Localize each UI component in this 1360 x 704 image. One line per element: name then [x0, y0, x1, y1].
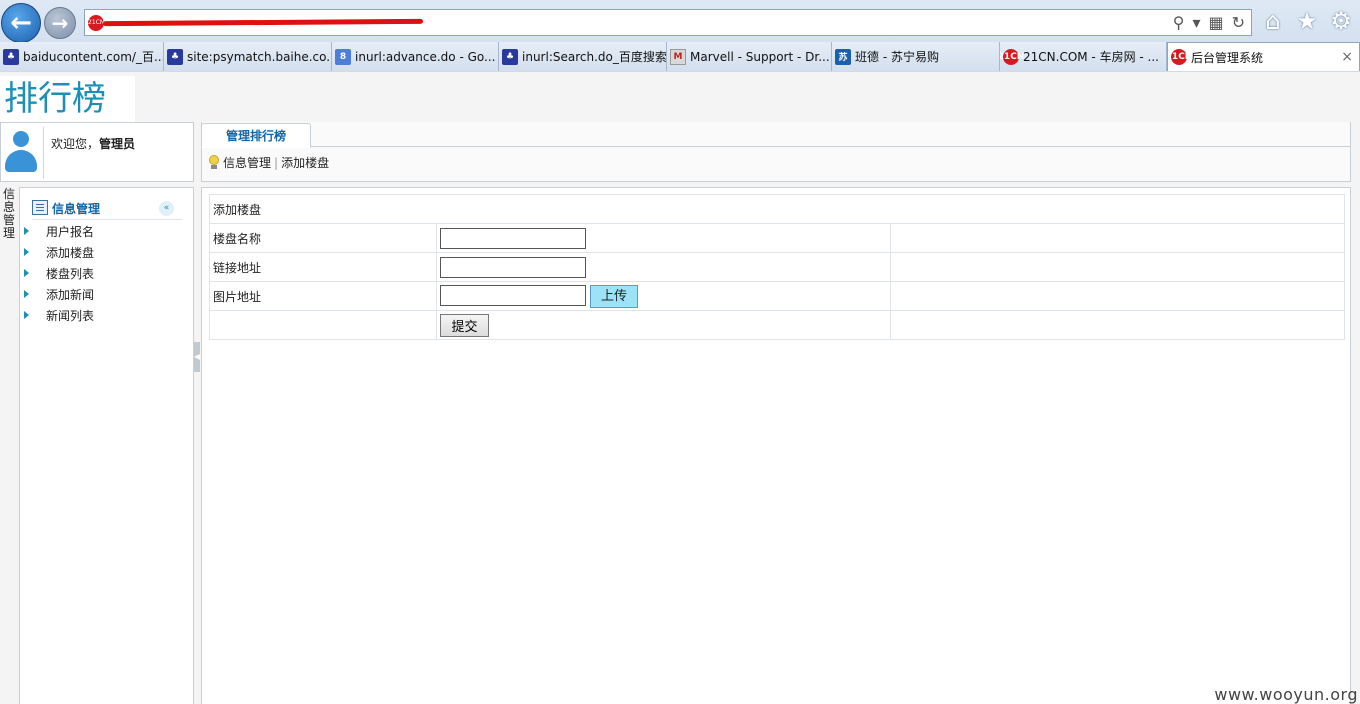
triangle-right-icon [24, 311, 29, 319]
username: 管理员 [99, 137, 136, 151]
lightbulb-icon [209, 154, 219, 171]
sidebar-item-label: 用户报名 [46, 224, 95, 239]
site-favicon-icon: 21CN [88, 15, 104, 31]
refresh-icon[interactable]: ↻ [1232, 13, 1245, 32]
sidebar: 信息管理 « 用户报名添加楼盘楼盘列表添加新闻新闻列表 [19, 187, 194, 704]
favorites-star-icon[interactable]: ★ [1294, 8, 1320, 34]
browser-tab[interactable]: 21CN 后台管理系统 × [1167, 42, 1360, 71]
21cn-icon: 21CN [1168, 49, 1192, 65]
compat-view-icon[interactable]: ▦ [1208, 13, 1223, 32]
submit-button[interactable]: 提交 [440, 313, 489, 337]
field-label: 楼盘名称 [209, 223, 437, 253]
sidebar-item[interactable]: 用户报名 [24, 221, 94, 241]
browser-tab-label: site:psymatch.baihe.co... [187, 49, 332, 64]
triangle-right-icon [24, 227, 29, 235]
dropdown-chevron-icon[interactable]: ▾ [1192, 13, 1200, 32]
paw-icon: ♣ [502, 48, 518, 65]
form-row-image: 图片地址 上传 [209, 281, 1345, 311]
collapse-up-icon[interactable]: « [159, 201, 174, 216]
sidebar-splitter-handle[interactable]: ◀ [194, 342, 200, 372]
google-icon: 8 [335, 48, 351, 65]
breadcrumb-item[interactable]: 信息管理 [223, 154, 271, 171]
field-label: 图片地址 [209, 281, 437, 311]
notepad-icon [32, 200, 48, 215]
redacted-url-mark [102, 18, 424, 27]
paw-icon: ♣ [3, 48, 19, 65]
close-tab-icon[interactable]: × [1341, 49, 1353, 65]
triangle-right-icon [24, 290, 29, 298]
sidebar-item[interactable]: 楼盘列表 [24, 263, 94, 283]
back-arrow-icon[interactable]: ← [1, 3, 41, 43]
browser-tab-label: baiducontent.com/_百... [23, 50, 164, 64]
sidebar-item-label: 楼盘列表 [46, 266, 95, 281]
vertical-tab-info-management[interactable]: 信息管理 [0, 188, 18, 258]
breadcrumb: 信息管理 | 添加楼盘 [209, 154, 329, 171]
vertical-tab-label: 信息管理 [2, 187, 15, 240]
admin-page: 排行榜 欢迎您，管理员 信息管理 信息管理 « 用户报名 添加楼盘 楼盘列表 添加新闻… [0, 72, 1360, 704]
browser-tab-bar: ♣ baiducontent.com/_百... ♣ site:psymatch.ba… [0, 42, 1360, 71]
user-panel: 欢迎您，管理员 [0, 122, 194, 182]
marvell-icon: M [670, 48, 686, 65]
browser-tab-label: 后台管理系统 [1191, 50, 1264, 65]
form-row-submit: 提交 [209, 310, 1345, 340]
forward-arrow-icon[interactable]: → [44, 7, 76, 39]
paw-icon: ♣ [167, 48, 183, 65]
triangle-right-icon [24, 248, 29, 256]
sidebar-item-label: 新闻列表 [46, 308, 95, 323]
sidebar-item[interactable]: 添加新闻 [24, 284, 94, 304]
search-icon[interactable]: ⚲ [1173, 13, 1185, 32]
breadcrumb-item-current: 添加楼盘 [281, 156, 330, 170]
breadcrumb-separator: | [274, 155, 279, 170]
browser-tab-label: inurl:Search.do_百度搜索 [522, 50, 667, 64]
user-avatar-icon [5, 131, 37, 175]
browser-tab-label: 班德 - 苏宁易购 [855, 50, 939, 64]
browser-tab[interactable]: ♣ site:psymatch.baihe.co... [164, 42, 332, 71]
sidebar-item-label: 添加楼盘 [46, 245, 95, 260]
field-label: 链接地址 [209, 252, 437, 282]
property-name-input[interactable] [440, 227, 586, 249]
triangle-right-icon [24, 269, 29, 277]
browser-tab[interactable]: ♣ inurl:Search.do_百度搜索 [499, 42, 667, 71]
browser-tab[interactable]: 8 inurl:advance.do - Go... [332, 42, 499, 71]
sidebar-item[interactable]: 添加楼盘 [24, 242, 94, 262]
form-row-link: 链接地址 [209, 252, 1345, 282]
21cn-icon: 21CN [1000, 48, 1024, 65]
watermark-text: www.wooyun.org [1214, 685, 1358, 704]
browser-tab-label: Marvell - Support - Dr... [690, 49, 830, 64]
content-tab-header [201, 122, 1351, 182]
browser-tab-label: inurl:advance.do - Go... [355, 49, 496, 64]
browser-tab-label: 21CN.COM - 车房网 - ... [1023, 50, 1159, 64]
upload-button[interactable]: 上传 [590, 284, 638, 308]
browser-tab[interactable]: ♣ baiducontent.com/_百... [0, 42, 164, 71]
sidebar-item[interactable]: 新闻列表 [24, 305, 94, 325]
home-icon[interactable]: ⌂ [1260, 8, 1286, 34]
form-row-name: 楼盘名称 [209, 223, 1345, 253]
sidebar-section-header[interactable]: 信息管理 « [32, 198, 182, 220]
address-bar[interactable]: 21CN ⚲ ▾ ▦ ↻ [84, 9, 1252, 36]
image-url-input[interactable] [440, 284, 586, 306]
tab-manage-ranking[interactable]: 管理排行榜 [201, 123, 311, 148]
welcome-text: 欢迎您，管理员 [51, 137, 136, 151]
suning-icon: 苏 [835, 48, 851, 65]
page-logo: 排行榜 [0, 76, 135, 122]
link-url-input[interactable] [440, 256, 586, 278]
main-content: 添加楼盘 楼盘名称 链接地址 图片地址 上传 提交 [201, 187, 1351, 704]
add-property-form: 添加楼盘 楼盘名称 链接地址 图片地址 上传 提交 [209, 194, 1345, 340]
browser-tab[interactable]: 苏班德 - 苏宁易购 [832, 42, 1000, 71]
settings-gear-icon[interactable]: ⚙ [1328, 8, 1354, 34]
form-title: 添加楼盘 [209, 194, 1345, 224]
browser-chrome: ← → 21CN ⚲ ▾ ▦ ↻ ⌂ ★ ⚙ ♣ baiducontent.com… [0, 0, 1360, 72]
sidebar-section-title: 信息管理 [52, 202, 101, 216]
browser-tab[interactable]: 21CN 21CN.COM - 车房网 - ... [1000, 42, 1167, 71]
browser-tab[interactable]: M Marvell - Support - Dr... [667, 42, 832, 71]
sidebar-item-label: 添加新闻 [46, 287, 95, 302]
